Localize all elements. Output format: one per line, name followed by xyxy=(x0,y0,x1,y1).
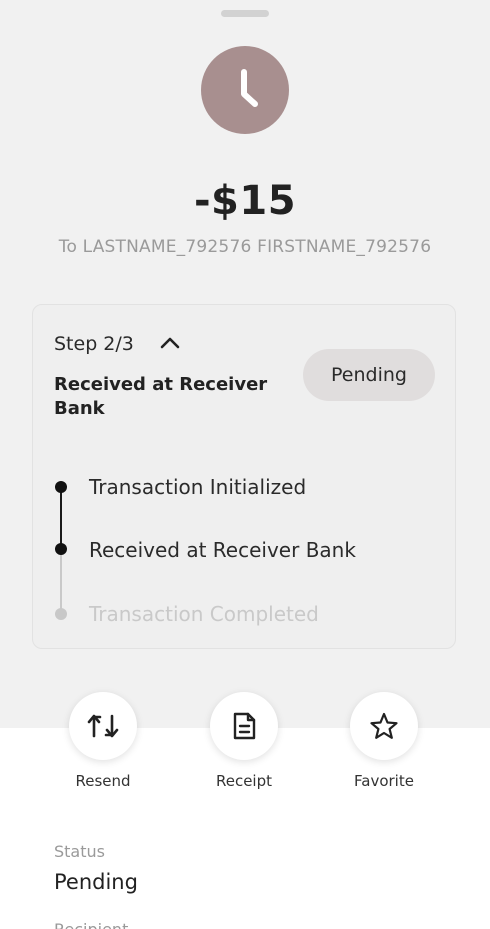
step-counter: Step 2/3 xyxy=(54,333,134,355)
resend-button[interactable]: Resend xyxy=(53,692,153,790)
timeline-dot-2 xyxy=(55,543,67,555)
timeline-step-1: Transaction Initialized xyxy=(89,475,307,499)
recipient-name: To LASTNAME_792576 FIRSTNAME_792576 xyxy=(58,237,432,257)
clock-icon xyxy=(201,46,289,134)
favorite-label: Favorite xyxy=(354,772,414,790)
status-label: Status xyxy=(54,842,105,861)
receipt-icon[interactable] xyxy=(210,692,278,760)
receipt-button[interactable]: Receipt xyxy=(194,692,294,790)
star-icon[interactable] xyxy=(350,692,418,760)
status-value: Pending xyxy=(54,870,138,894)
status-badge: Pending xyxy=(303,349,435,401)
chevron-up-icon[interactable] xyxy=(159,333,181,353)
favorite-button[interactable]: Favorite xyxy=(334,692,434,790)
timeline-dot-3 xyxy=(55,608,67,620)
timeline-step-2: Received at Receiver Bank xyxy=(89,538,356,562)
transaction-sheet-header: -$15 To LASTNAME_792576 FIRSTNAME_792576… xyxy=(0,0,490,728)
receipt-label: Receipt xyxy=(215,772,273,790)
timeline-dot-1 xyxy=(55,481,67,493)
current-step-title: Received at Receiver Bank xyxy=(54,374,268,419)
timeline-line-pending xyxy=(60,551,62,615)
timeline-step-3: Transaction Completed xyxy=(89,602,319,626)
resend-label: Resend xyxy=(75,772,131,790)
drag-handle[interactable] xyxy=(221,10,269,17)
timeline-line-completed xyxy=(60,487,62,551)
transaction-amount: -$15 xyxy=(193,178,297,224)
repeat-icon[interactable] xyxy=(69,692,137,760)
progress-card: Step 2/3 Received at Receiver Bank Pendi… xyxy=(32,304,456,649)
recipient-label: Recipient xyxy=(54,920,128,929)
